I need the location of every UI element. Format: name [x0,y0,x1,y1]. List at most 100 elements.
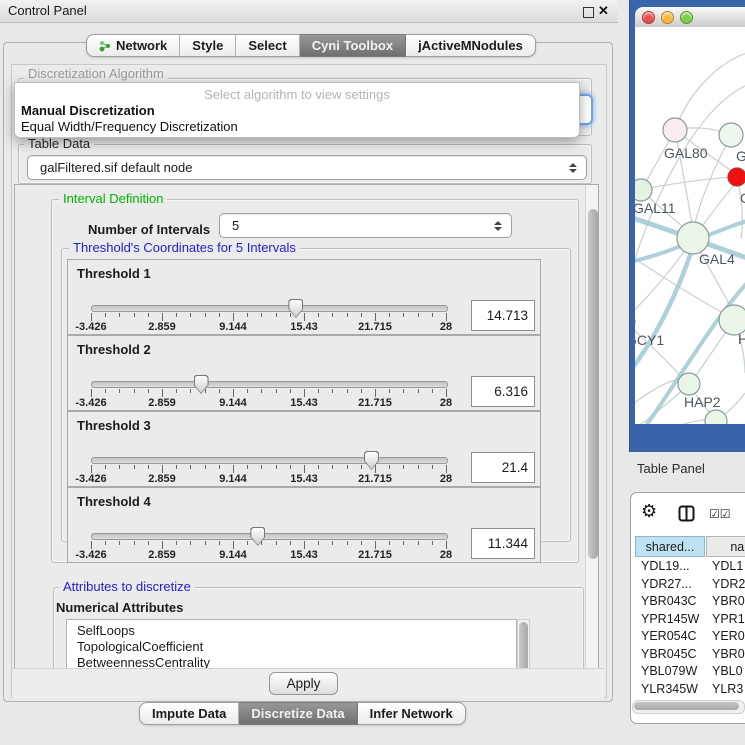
tab-label: Network [116,35,167,56]
checkbox-icons[interactable]: ☑☑ [709,507,731,521]
tab-label: Impute Data [152,703,226,724]
popup-item-manual-discretization[interactable]: Manual Discretization [15,103,585,118]
cell-shared-name: YDL19... [641,558,705,576]
cell-shared-name: YPR145W [641,611,705,629]
threshold-row-2: Threshold 2 -3.4262.8599.14415.4321.71528… [67,335,541,411]
cell-name: YBR0 [712,593,745,611]
scrollbar-thumb[interactable] [588,209,598,559]
close-icon[interactable]: ✕ [598,3,609,19]
table-header-name[interactable]: name [706,536,745,557]
attribute-list-item[interactable]: SelfLoops [67,623,516,639]
cell-name: YER0 [712,628,745,646]
network-node-label: HAP2 [684,394,721,410]
network-canvas[interactable]: GAL80GACGAL11GAL4GCY1HHAP2 [635,27,745,424]
network-tab-icon [99,40,111,52]
apply-button[interactable]: Apply [269,672,338,695]
main-vertical-scrollbar[interactable] [585,185,599,669]
cell-shared-name: YBR045C [641,646,705,664]
threshold-label: Threshold 2 [77,342,151,357]
attributes-list-scrollbar[interactable] [517,619,530,670]
table-data-combobox[interactable]: galFiltered.sif default node [27,155,587,180]
number-of-intervals-combobox[interactable]: 5 [219,213,512,238]
table-row[interactable]: YDR27...YDR2 [635,576,745,594]
tab-impute-data[interactable]: Impute Data [139,702,239,725]
slider-track[interactable] [91,305,448,312]
tab-infer-network[interactable]: Infer Network [358,702,466,725]
slider-tick-labels: -3.4262.8599.14415.4321.71528 [91,473,446,485]
discretization-algorithm-title: Discretization Algorithm [24,66,168,81]
interval-definition-title: Interval Definition [59,191,167,206]
columns-icon[interactable] [678,505,695,527]
threshold-row-1: Threshold 1-3.4262.8599.14415.4321.71528… [67,259,541,335]
tab-cyni-toolbox[interactable]: Cyni Toolbox [300,34,406,57]
scrollbar-thumb[interactable] [519,622,528,670]
table-row[interactable]: YLR345W YLR3 [635,681,745,699]
network-node-label: GAL4 [699,251,735,267]
table-horizontal-scrollbar[interactable] [632,700,745,714]
network-edge[interactable] [643,177,730,189]
slider-track[interactable] [91,533,448,540]
popup-hint: Select algorithm to view settings [15,87,579,102]
popup-item-equal-width-frequency[interactable]: Equal Width/Frequency Discretization [15,119,585,134]
slider-tick-labels: -3.4262.8599.14415.4321.71528 [91,549,446,561]
network-node-label: H [738,331,745,347]
network-node[interactable] [719,123,743,147]
table-row[interactable]: YBR043C YBR0 [635,593,745,611]
attributes-group-title: Attributes to discretize [59,579,195,594]
combo-arrows-icon [566,163,580,173]
numerical-attributes-list: SelfLoopsTopologicalCoefficientBetweenne… [66,619,517,670]
thresholds-group-title: Threshold's Coordinates for 5 Intervals [69,240,300,255]
slider-track[interactable] [91,381,448,388]
network-node[interactable] [635,179,652,201]
cell-shared-name: YBR043C [641,593,705,611]
combo-arrows-icon [491,221,505,231]
content-scroll-pane: Interval Definition Number of Intervals … [14,184,599,670]
network-node[interactable] [663,118,687,142]
table-row[interactable]: YBL079WYBL0 [635,663,745,681]
slider-tick-labels: -3.4262.8599.14415.4321.71528 [91,397,446,409]
close-traffic-light-icon[interactable] [642,11,655,24]
cell-shared-name: YDR27... [641,576,705,594]
network-node[interactable] [677,222,709,254]
cyni-bottom-tabs: Impute Data Discretize Data Infer Network [139,702,466,725]
table-row[interactable]: YER054CYER0 [635,628,745,646]
slider-thumb[interactable] [250,527,265,546]
cell-name: YLR3 [712,681,743,699]
tab-label: Style [192,35,223,56]
zoom-traffic-light-icon[interactable] [680,11,693,24]
tab-style[interactable]: Style [180,34,236,57]
network-node[interactable] [705,410,727,424]
slider-thumb[interactable] [364,451,379,470]
table-header-shared-name[interactable]: shared... [635,536,705,557]
gear-icon[interactable]: ⚙ [641,501,657,522]
scrollbar-thumb[interactable] [634,702,739,710]
threshold-value-field[interactable]: 14.713 [471,300,535,331]
threshold-row-4: Threshold 4-3.4262.8599.14415.4321.71528… [67,487,541,563]
threshold-value-field[interactable]: 6.316 [471,376,535,407]
network-node[interactable] [728,168,745,186]
table-row[interactable]: YDL19...YDL1 [635,558,745,576]
tab-label: Select [248,35,286,56]
tab-label: Infer Network [370,703,453,724]
table-row[interactable]: YPR145WYPR1 [635,611,745,629]
threshold-label: Threshold 1 [77,266,151,281]
network-node-label: C [740,190,745,206]
threshold-value-field[interactable]: 21.4 [471,452,535,483]
table-row[interactable]: YBR045CYBR0 [635,646,745,664]
tab-discretize-data[interactable]: Discretize Data [239,702,357,725]
slider-thumb[interactable] [194,375,209,394]
cell-shared-name: YBL079W [641,663,705,681]
minimize-traffic-light-icon[interactable] [661,11,674,24]
cell-shared-name: YLR345W [641,681,705,699]
float-icon[interactable] [583,7,594,18]
tab-jactivemnodules[interactable]: jActiveMNodules [406,34,536,57]
tab-label: Discretize Data [251,703,344,724]
slider-thumb[interactable] [288,299,303,318]
tab-network[interactable]: Network [86,34,180,57]
attribute-list-item[interactable]: TopologicalCoefficient [67,639,516,655]
network-window-titlebar [635,7,745,28]
threshold-value-field[interactable]: 11.344 [471,528,535,559]
slider-track[interactable] [91,457,448,464]
tab-select[interactable]: Select [236,34,299,57]
network-node[interactable] [678,373,700,395]
